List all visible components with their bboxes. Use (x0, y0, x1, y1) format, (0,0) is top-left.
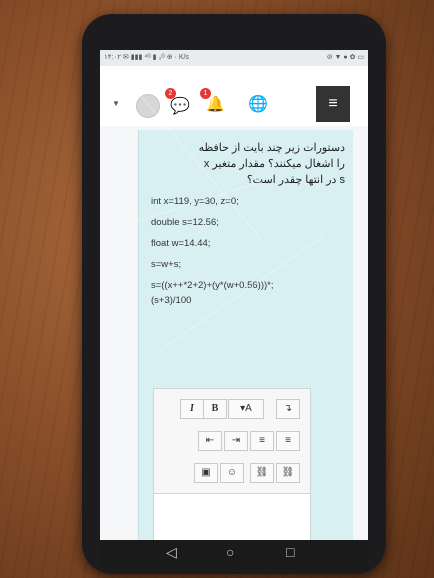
question-text-line: را اشغال میکنند؟ مقدار متغیر x (203, 158, 345, 170)
unordered-list-button[interactable]: ≡ (276, 431, 300, 451)
messages-badge: 2 (165, 88, 176, 99)
code-line: (s+3)/100 (151, 295, 192, 306)
status-bar-right: ⊘ ▼ ● ✿ ▭ (326, 54, 364, 61)
editor-text-area[interactable] (154, 494, 310, 540)
phone-screen: ۱۴:۰۲ ✉ ▮▮▮ ⁴ᴳ ▮ ₃ᴳ ⊕ · K/s ⊘ ▼ ● ✿ ▭ ▼ … (100, 50, 368, 540)
code-line: double s=12.56; (151, 217, 219, 228)
status-bar-left: ۱۴:۰۲ ✉ ▮▮▮ ⁴ᴳ ▮ ₃ᴳ ⊕ · K/s (104, 54, 189, 61)
code-line: s=((x++*2+2)+(y*(w+0.56)))*; (151, 280, 274, 291)
question-text-line: s در انتها چقدر است؟ (246, 174, 345, 186)
alerts-badge: 1 (200, 88, 211, 99)
chevron-down-icon[interactable]: ▼ (112, 99, 120, 108)
emoji-button[interactable]: ☺ (220, 463, 244, 483)
chat-icon[interactable]: 💬 (170, 96, 190, 116)
more-button[interactable]: ↴ (276, 399, 300, 419)
unlink-button[interactable]: ⛓ (276, 463, 300, 483)
question-panel: دستورات زیر چند بایت از حافظه را اشغال م… (138, 130, 353, 540)
menu-icon[interactable]: ≡ (316, 86, 350, 122)
image-button[interactable]: ▣ (194, 463, 218, 483)
back-icon[interactable]: ◁ (166, 544, 177, 561)
android-nav-bar: ◁ ○ □ (100, 540, 368, 570)
status-bar: ۱۴:۰۲ ✉ ▮▮▮ ⁴ᴳ ▮ ₃ᴳ ⊕ · K/s ⊘ ▼ ● ✿ ▭ (100, 50, 368, 66)
home-icon[interactable]: ○ (226, 544, 234, 560)
answer-editor[interactable]: I B ▾A ↴ ⇤ ⇥ ≡ ≡ ▣ ☺ ⛓ ⛓ (153, 388, 311, 540)
link-button[interactable]: ⛓ (250, 463, 274, 483)
editor-toolbar: I B ▾A ↴ ⇤ ⇥ ≡ ≡ ▣ ☺ ⛓ ⛓ (154, 389, 310, 494)
indent-button[interactable]: ⇥ (224, 431, 248, 451)
outdent-button[interactable]: ⇤ (198, 431, 222, 451)
code-line: s=w+s; (151, 259, 182, 270)
globe-icon[interactable]: 🌐 (248, 94, 268, 114)
ordered-list-button[interactable]: ≡ (250, 431, 274, 451)
font-size-button[interactable]: ▾A (228, 399, 264, 419)
italic-button[interactable]: I (180, 399, 204, 419)
recents-icon[interactable]: □ (286, 544, 294, 560)
bold-button[interactable]: B (203, 399, 227, 419)
code-line: float w=14.44; (151, 238, 211, 249)
